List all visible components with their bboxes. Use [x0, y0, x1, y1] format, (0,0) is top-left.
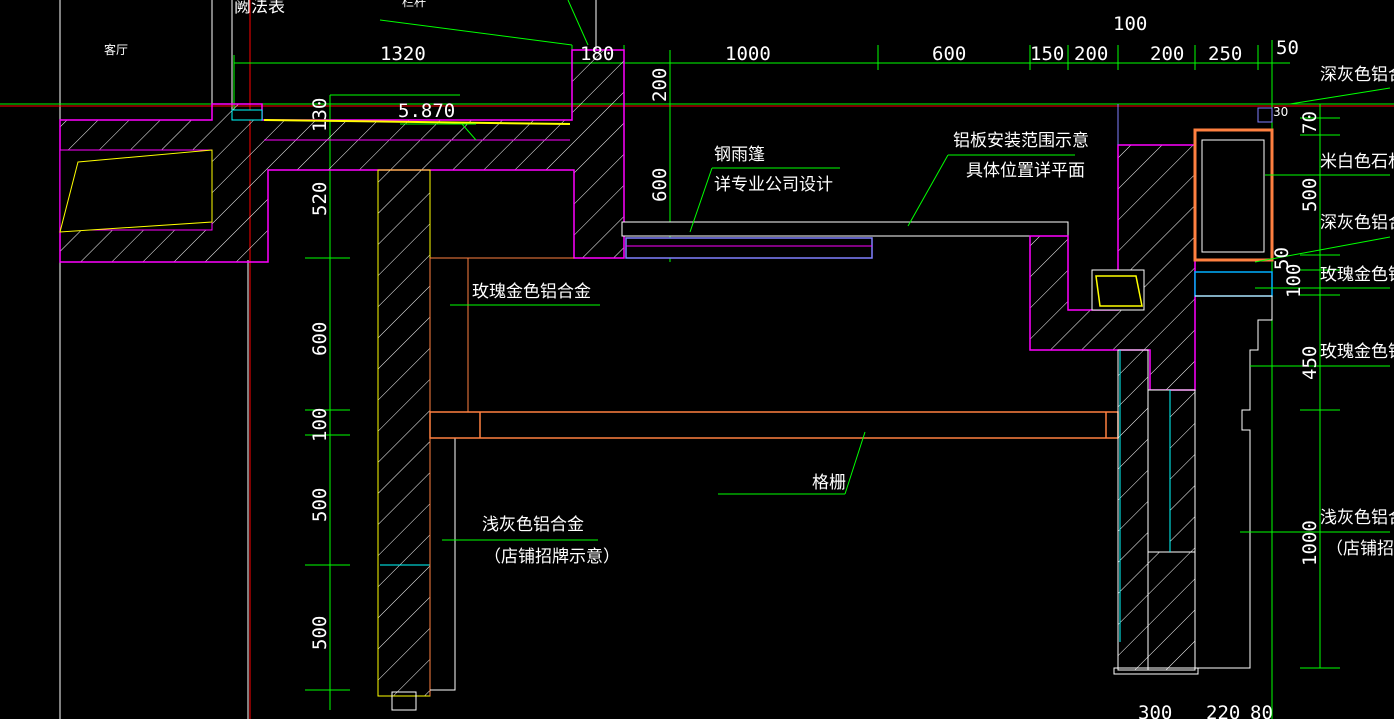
label-rose-gold: 玫瑰金色铝合金 [472, 282, 591, 302]
dim-150: 150 [1030, 43, 1064, 65]
dim-200-mid: 200 [649, 68, 671, 102]
dim-450: 450 [1299, 346, 1321, 380]
dim-1000-right: 1000 [1299, 520, 1321, 566]
right-label-7: （店铺招牌 [1326, 539, 1394, 559]
dim-50: 50 [1276, 37, 1299, 59]
dim-70: 70 [1299, 111, 1321, 134]
right-label-1: 深灰色铝合 [1320, 65, 1394, 85]
right-label-4: 玫瑰金色铝 [1320, 265, 1394, 285]
dim-250: 250 [1208, 43, 1242, 65]
dim-200-b: 200 [1150, 43, 1184, 65]
elevation-mark: 5.870 [398, 100, 455, 122]
dim-300: 300 [1138, 702, 1172, 719]
dim-1000: 1000 [725, 43, 771, 65]
dim-100-left: 100 [309, 408, 331, 442]
dim-600-left: 600 [309, 322, 331, 356]
dim-180: 180 [580, 43, 614, 65]
dim-130: 130 [309, 98, 331, 132]
label-steel-canopy: 钢雨篷 [714, 145, 765, 165]
dim-30: 30 [1273, 105, 1288, 119]
dim-100: 100 [1113, 13, 1147, 35]
dim-200-a: 200 [1074, 43, 1108, 65]
dim-220: 220 [1206, 702, 1240, 719]
label-alu-range: 铝板安装范围示意 [953, 131, 1089, 151]
right-label-5: 玫瑰金色铝 [1320, 342, 1394, 362]
label-alu-range-note: 具体位置详平面 [966, 161, 1085, 181]
top-partial-label-1: 阙法表 [234, 0, 285, 17]
right-label-6: 浅灰色铝合 [1320, 508, 1394, 528]
dim-600-mid: 600 [649, 168, 671, 202]
dim-500-left-b: 500 [309, 616, 331, 650]
label-grille: 格栅 [812, 473, 846, 493]
right-label-2: 米白色石材 [1320, 152, 1394, 172]
top-partial-label-2: 栏杆 [402, 0, 426, 9]
label-steel-canopy-note: 详专业公司设计 [714, 175, 833, 195]
dim-500-right: 500 [1299, 178, 1321, 212]
label-light-gray: 浅灰色铝合金 [482, 515, 584, 535]
dim-600: 600 [932, 43, 966, 65]
dim-500-left-a: 500 [309, 488, 331, 522]
room-label: 客厅 [104, 42, 128, 57]
label-light-gray-note: （店铺招牌示意） [484, 547, 620, 567]
right-label-3: 深灰色铝合 [1320, 213, 1394, 233]
dim-100-right: 100 [1283, 264, 1305, 298]
dim-520: 520 [309, 182, 331, 216]
dim-1320: 1320 [380, 43, 426, 65]
dim-80: 80 [1250, 702, 1273, 719]
cad-section-drawing: 阙法表 栏杆 客厅 5.870 1320 180 1000 600 150 20… [0, 0, 1394, 719]
